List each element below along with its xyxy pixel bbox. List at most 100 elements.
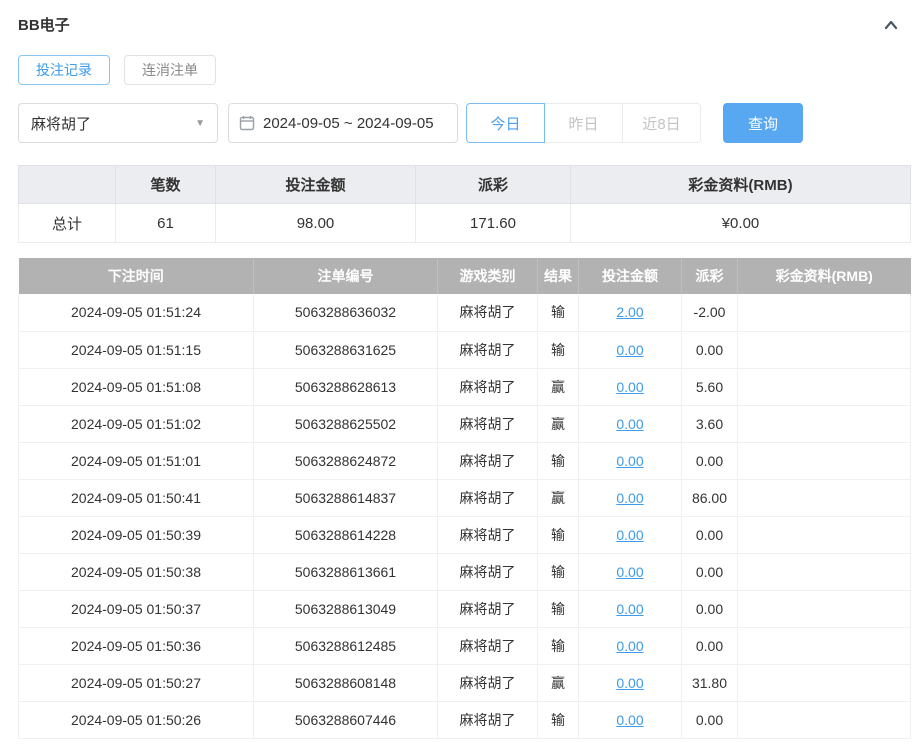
result-cell: 输 xyxy=(537,590,579,628)
bet-time-cell: 2024-09-05 01:50:39 xyxy=(18,516,254,554)
chevron-down-icon: ▼ xyxy=(195,117,205,129)
column-header: 投注金额 xyxy=(578,258,682,294)
payout-cell: 0.00 xyxy=(681,590,738,628)
tab-cancelled-orders[interactable]: 连消注单 xyxy=(124,55,216,85)
summary-value: 171.60 xyxy=(415,203,571,243)
table-row: 2024-09-05 01:51:02 5063288625502 麻将胡了赢 0.0… xyxy=(18,405,911,443)
result-cell: 输 xyxy=(537,331,579,369)
bet-amount-link[interactable]: 0.00 xyxy=(616,564,643,580)
summary-header-row: 笔数 投注金额 派彩 彩金资料(RMB) xyxy=(18,165,911,204)
summary-column-header: 笔数 xyxy=(115,165,216,204)
bet-time-cell: 2024-09-05 01:51:24 xyxy=(18,294,254,332)
summary-value: ¥0.00 xyxy=(570,203,911,243)
bet-amount-cell: 0.00 xyxy=(578,442,682,480)
bonus-cell xyxy=(737,516,911,554)
payout-cell: 0.00 xyxy=(681,442,738,480)
bet-time-cell: 2024-09-05 01:51:02 xyxy=(18,405,254,443)
calendar-icon xyxy=(239,115,255,131)
quick-today-button[interactable]: 今日 xyxy=(466,103,545,143)
payout-cell: 0.00 xyxy=(681,516,738,554)
order-id-cell: 5063288631625 xyxy=(253,331,438,369)
bet-table-header-row: 下注时间 注单编号 游戏类别 结果 投注金额 派彩 彩金资料(RMB) xyxy=(18,258,911,294)
order-id-cell: 5063288614837 xyxy=(253,479,438,517)
date-range-value: 2024-09-05 ~ 2024-09-05 xyxy=(263,114,434,132)
bet-amount-cell: 0.00 xyxy=(578,627,682,665)
bet-amount-cell: 0.00 xyxy=(578,368,682,406)
table-row: 2024-09-05 01:50:38 5063288613661 麻将胡了输 0.0… xyxy=(18,553,911,591)
bonus-cell xyxy=(737,331,911,369)
game-type-cell: 麻将胡了 xyxy=(437,442,538,480)
bet-time-cell: 2024-09-05 01:51:01 xyxy=(18,442,254,480)
bet-amount-link[interactable]: 0.00 xyxy=(616,342,643,358)
order-id-cell: 5063288625502 xyxy=(253,405,438,443)
game-type-cell: 麻将胡了 xyxy=(437,331,538,369)
quick-yesterday-button[interactable]: 昨日 xyxy=(544,103,623,143)
bet-amount-cell: 0.00 xyxy=(578,590,682,628)
bet-amount-link[interactable]: 0.00 xyxy=(616,379,643,395)
bonus-cell xyxy=(737,627,911,665)
bet-amount-link[interactable]: 0.00 xyxy=(616,416,643,432)
result-cell: 输 xyxy=(537,553,579,591)
column-header: 派彩 xyxy=(681,258,738,294)
bet-amount-cell: 0.00 xyxy=(578,405,682,443)
record-tabs: 投注记录 连消注单 xyxy=(18,55,911,85)
table-row: 2024-09-05 01:51:08 5063288628613 麻将胡了赢 0.0… xyxy=(18,368,911,406)
bonus-cell xyxy=(737,294,911,332)
bet-amount-link[interactable]: 0.00 xyxy=(616,712,643,728)
bet-time-cell: 2024-09-05 01:50:27 xyxy=(18,664,254,702)
table-row: 2024-09-05 01:50:37 5063288613049 麻将胡了输 0.0… xyxy=(18,590,911,628)
bet-amount-link[interactable]: 0.00 xyxy=(616,490,643,506)
payout-cell: 0.00 xyxy=(681,331,738,369)
result-cell: 输 xyxy=(537,627,579,665)
bet-amount-link[interactable]: 2.00 xyxy=(616,304,643,320)
payout-cell: -2.00 xyxy=(681,294,738,332)
table-row: 2024-09-05 01:50:26 5063288607446 麻将胡了输 0.0… xyxy=(18,701,911,739)
bet-amount-link[interactable]: 0.00 xyxy=(616,527,643,543)
summary-column-header: 彩金资料(RMB) xyxy=(570,165,911,204)
summary-value: 61 xyxy=(115,203,216,243)
table-row: 2024-09-05 01:51:15 5063288631625 麻将胡了输 0.0… xyxy=(18,331,911,369)
column-header: 游戏类别 xyxy=(437,258,538,294)
bet-amount-cell: 0.00 xyxy=(578,516,682,554)
order-id-cell: 5063288614228 xyxy=(253,516,438,554)
bet-time-cell: 2024-09-05 01:51:15 xyxy=(18,331,254,369)
game-type-cell: 麻将胡了 xyxy=(437,590,538,628)
result-cell: 赢 xyxy=(537,368,579,406)
filter-bar: 麻将胡了 ▼ 2024-09-05 ~ 2024-09-05 今日 昨日 近8日… xyxy=(18,103,911,143)
bet-time-cell: 2024-09-05 01:50:41 xyxy=(18,479,254,517)
table-row: 2024-09-05 01:50:41 5063288614837 麻将胡了赢 0.0… xyxy=(18,479,911,517)
game-select-value: 麻将胡了 xyxy=(31,115,92,133)
bet-amount-link[interactable]: 0.00 xyxy=(616,453,643,469)
bonus-cell xyxy=(737,553,911,591)
bet-records-panel: BB电子 投注记录 连消注单 麻将胡了 ▼ 2024-09-05 ~ 2024-… xyxy=(0,0,915,739)
bet-amount-link[interactable]: 0.00 xyxy=(616,601,643,617)
order-id-cell: 5063288613661 xyxy=(253,553,438,591)
bet-table-body: 2024-09-05 01:51:24 5063288636032 麻将胡了输 2.0… xyxy=(18,294,911,739)
game-select[interactable]: 麻将胡了 ▼ xyxy=(18,103,218,143)
column-header: 结果 xyxy=(537,258,579,294)
quick-date-buttons: 今日 昨日 近8日 xyxy=(466,103,701,143)
quick-last8days-button[interactable]: 近8日 xyxy=(622,103,701,143)
bet-time-cell: 2024-09-05 01:51:08 xyxy=(18,368,254,406)
collapse-button[interactable] xyxy=(881,15,901,35)
payout-cell: 31.80 xyxy=(681,664,738,702)
summary-column-header xyxy=(18,165,116,204)
game-type-cell: 麻将胡了 xyxy=(437,553,538,591)
bet-table: 下注时间 注单编号 游戏类别 结果 投注金额 派彩 彩金资料(RMB) 2024-09-05… xyxy=(18,258,911,739)
order-id-cell: 5063288636032 xyxy=(253,294,438,332)
game-type-cell: 麻将胡了 xyxy=(437,627,538,665)
order-id-cell: 5063288613049 xyxy=(253,590,438,628)
date-range-picker[interactable]: 2024-09-05 ~ 2024-09-05 xyxy=(228,103,458,143)
bonus-cell xyxy=(737,664,911,702)
bet-amount-link[interactable]: 0.00 xyxy=(616,638,643,654)
game-type-cell: 麻将胡了 xyxy=(437,664,538,702)
search-button[interactable]: 查询 xyxy=(723,103,803,143)
result-cell: 输 xyxy=(537,294,579,332)
bonus-cell xyxy=(737,701,911,739)
bet-amount-link[interactable]: 0.00 xyxy=(616,675,643,691)
tab-bet-records[interactable]: 投注记录 xyxy=(18,55,110,85)
table-row: 2024-09-05 01:50:27 5063288608148 麻将胡了赢 0.0… xyxy=(18,664,911,702)
order-id-cell: 5063288624872 xyxy=(253,442,438,480)
table-row: 2024-09-05 01:50:36 5063288612485 麻将胡了输 0.0… xyxy=(18,627,911,665)
order-id-cell: 5063288608148 xyxy=(253,664,438,702)
